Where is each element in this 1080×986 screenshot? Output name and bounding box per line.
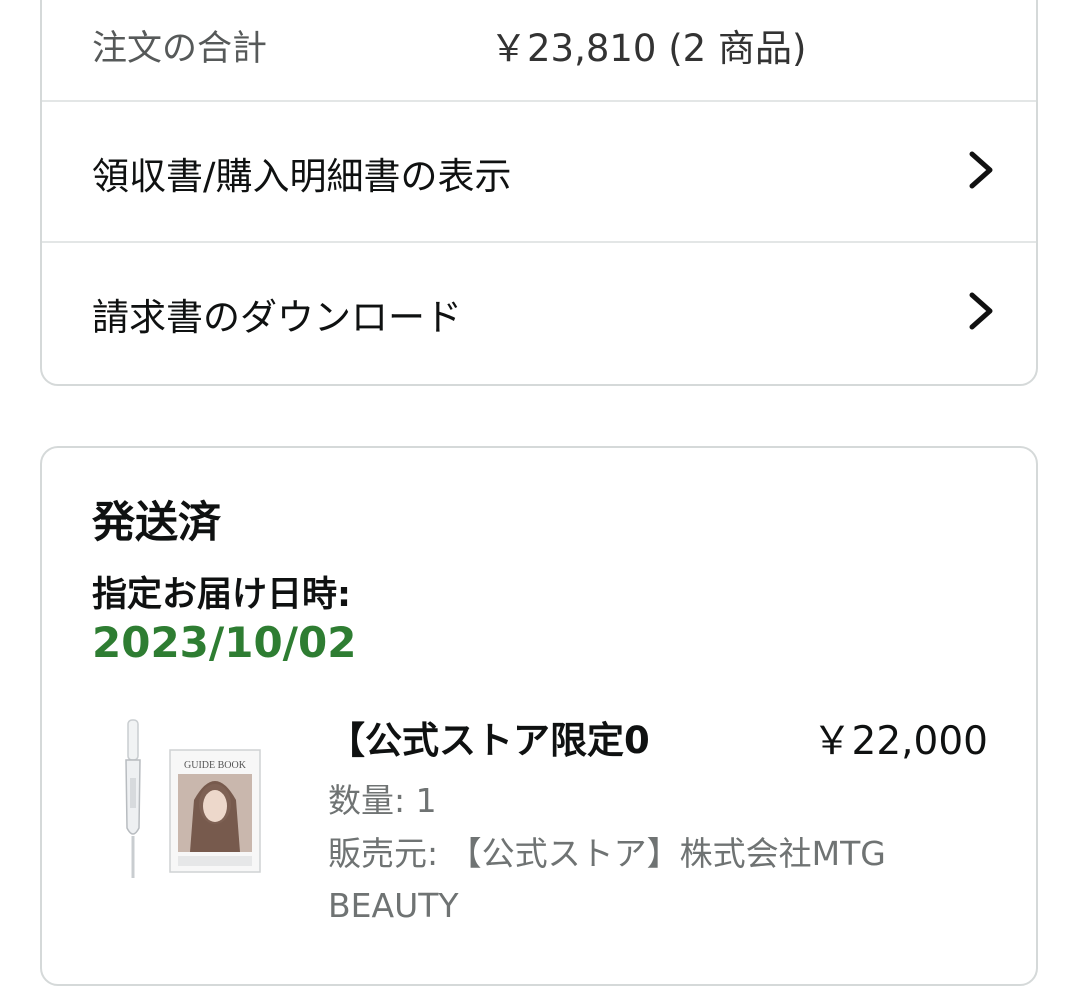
delivery-date: 2023/10/02 [92,618,357,667]
order-total-label: 注文の合計 [92,29,268,69]
shipment-status: 発送済 [92,498,221,548]
delivery-date-label: 指定お届け日時: [92,575,351,615]
shipment-card: 発送済 指定お届け日時: 2023/10/02 GUIDE BOOK 【公式スト… [40,446,1038,986]
download-invoice-label: 請求書のダウンロード [92,296,462,339]
order-summary-card: 注文の合計 ￥23,810 (2 商品) 領収書/購入明細書の表示 請求書のダウ… [40,0,1038,386]
product-price: ￥22,000 [812,719,988,764]
order-total-value: ￥23,810 (2 商品) [490,27,807,70]
product-quantity: 数量: 1 [328,781,437,820]
view-receipt-label: 領収書/購入明細書の表示 [92,155,512,198]
product-thumbnail[interactable]: GUIDE BOOK [112,718,272,888]
product-title[interactable]: 【公式ストア限定0 [328,710,650,764]
download-invoice-link[interactable]: 請求書のダウンロード [42,243,1036,383]
chevron-right-icon [969,151,993,189]
product-seller: 販売元: 【公式ストア】株式会社MTG BEAUTY [328,834,886,925]
svg-text:GUIDE BOOK: GUIDE BOOK [184,760,247,771]
chevron-right-icon [969,292,993,330]
view-receipt-link[interactable]: 領収書/購入明細書の表示 [42,102,1036,242]
guidebook-image: GUIDE BOOK [169,749,261,873]
device-image [125,719,141,878]
